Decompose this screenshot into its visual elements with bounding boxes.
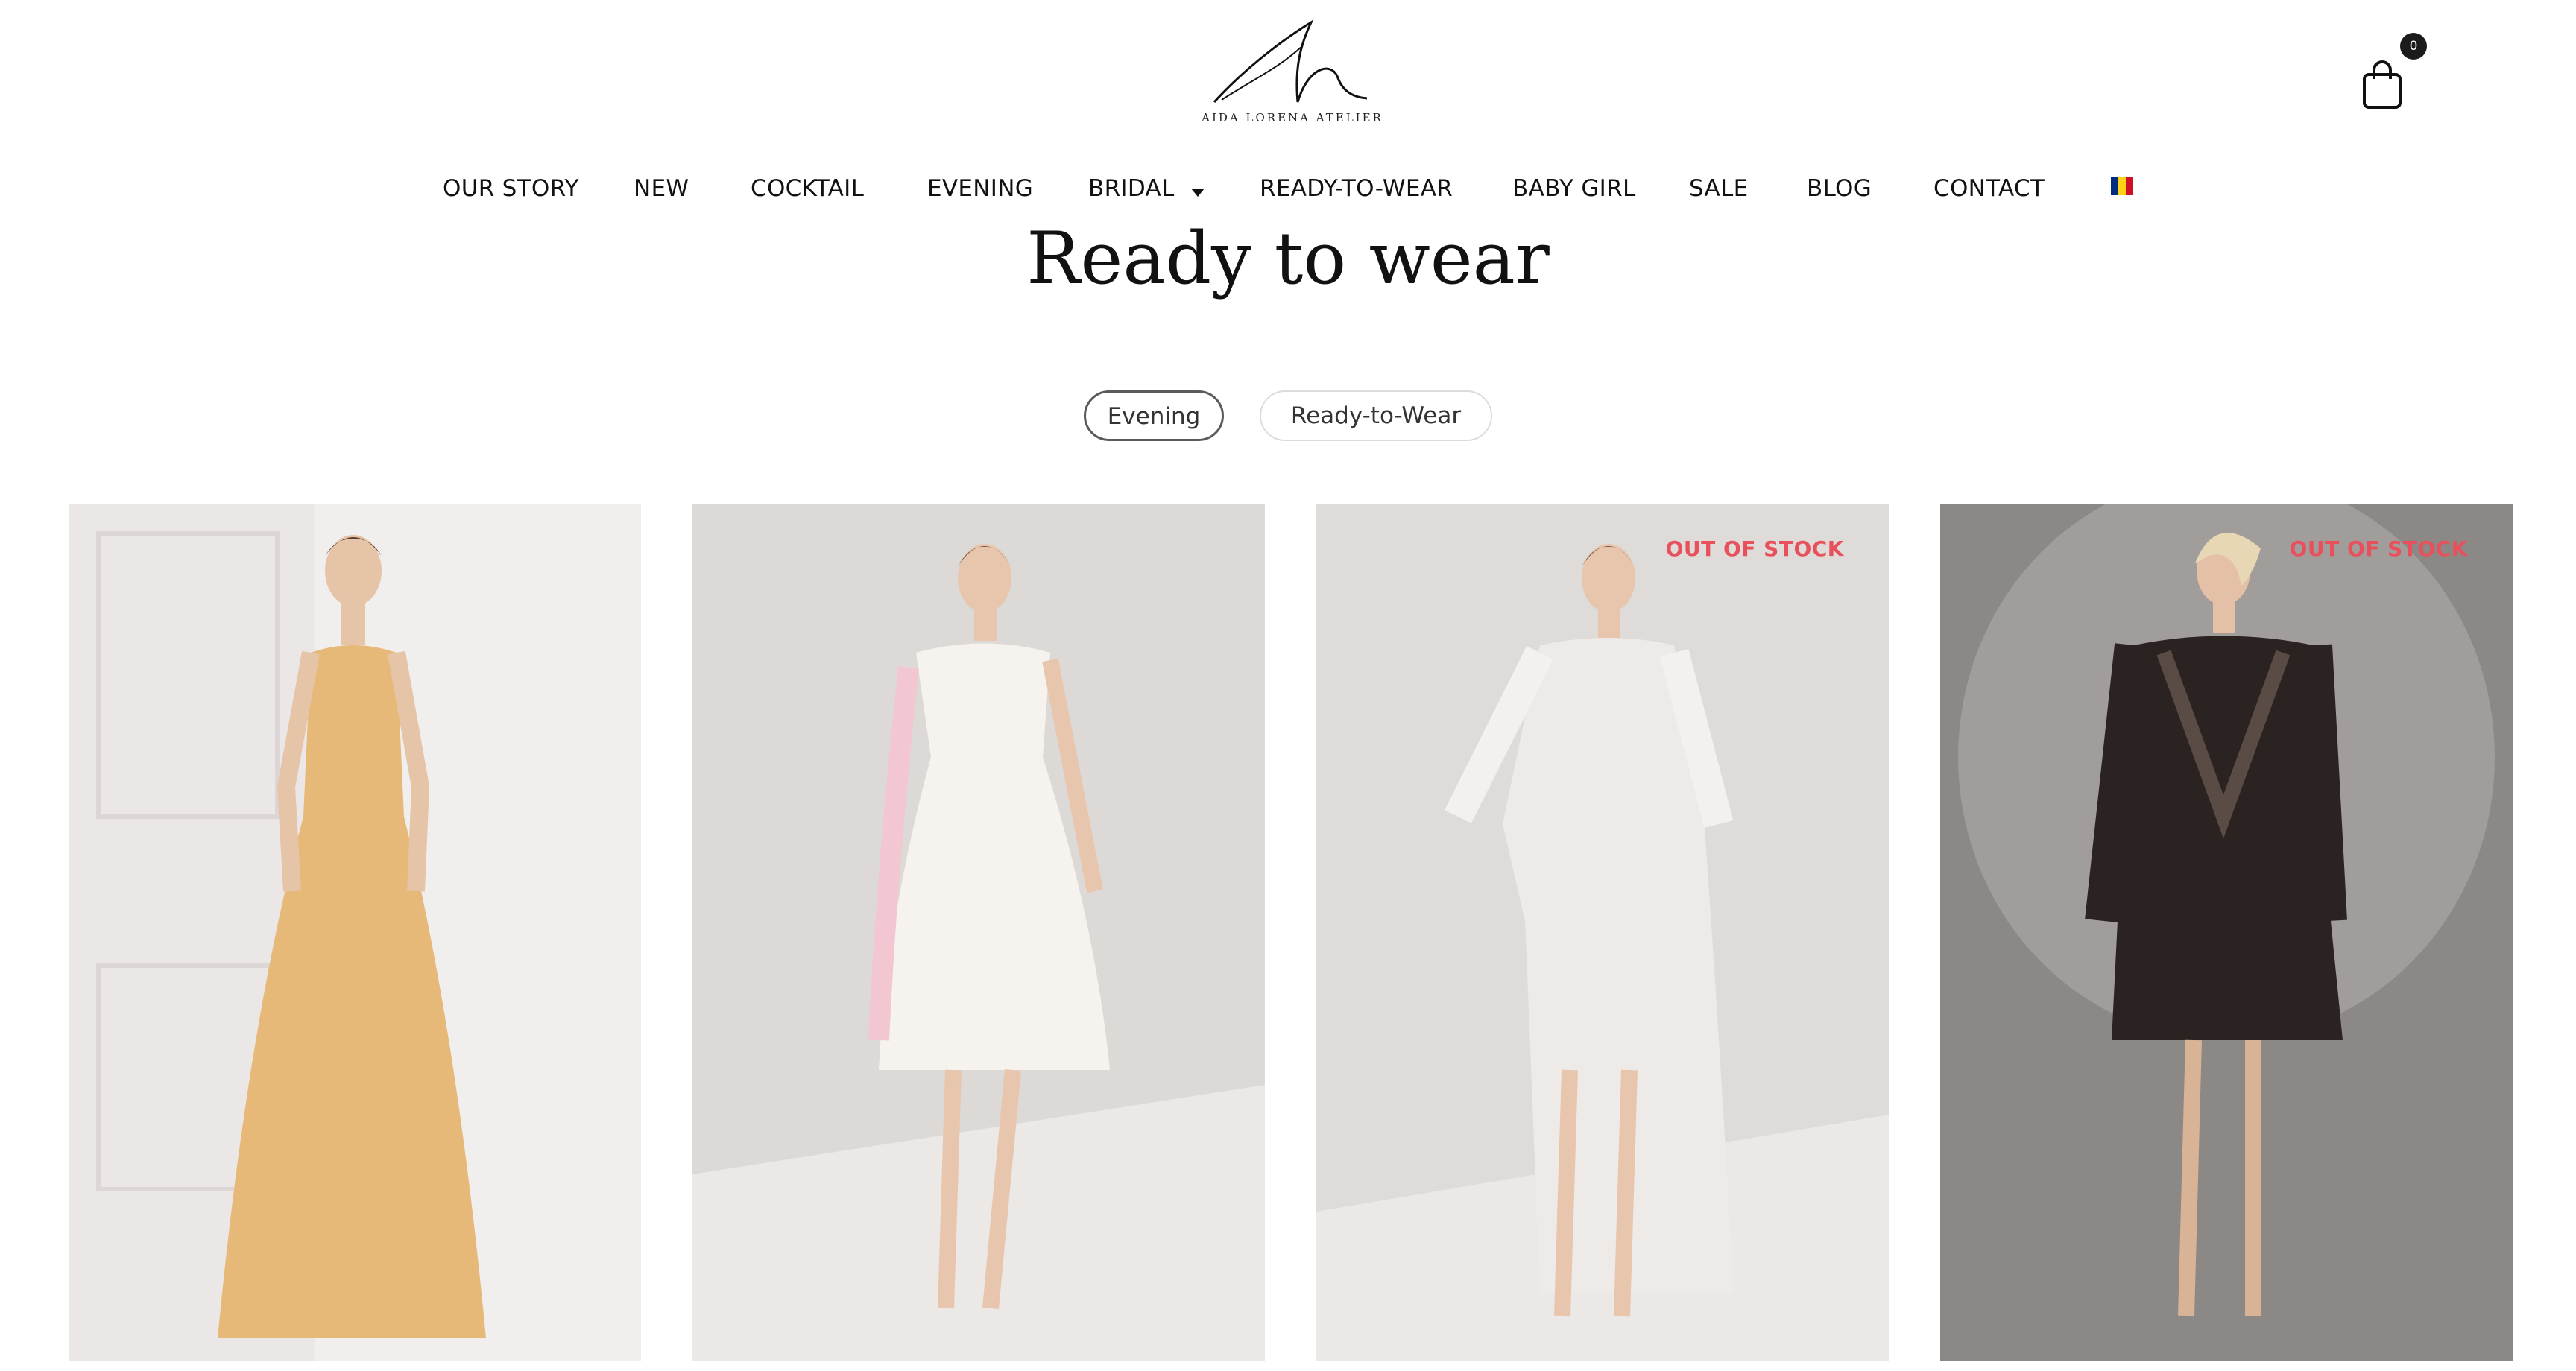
out-of-stock-badge: OUT OF STOCK bbox=[2289, 536, 2468, 561]
main-nav: OUR STORY NEW COCKTAIL EVENING BRIDAL RE… bbox=[0, 168, 2576, 209]
nav-item-blog[interactable]: BLOG bbox=[1807, 168, 1872, 209]
shopping-bag-icon bbox=[2363, 60, 2402, 109]
product-image bbox=[692, 504, 1265, 1361]
nav-item-bridal-label: BRIDAL bbox=[1088, 175, 1175, 202]
out-of-stock-badge: OUT OF STOCK bbox=[1665, 536, 1844, 561]
romania-flag-icon[interactable] bbox=[2111, 177, 2133, 195]
product-card[interactable] bbox=[692, 504, 1265, 1361]
caret-down-icon bbox=[1190, 170, 1205, 210]
product-card[interactable] bbox=[69, 504, 641, 1361]
flag-stripe-yellow bbox=[2118, 177, 2126, 195]
cart-count-badge: 0 bbox=[2400, 33, 2427, 60]
product-image bbox=[1940, 504, 2513, 1361]
brand-logo[interactable]: AIDA LORENA ATELIER bbox=[1202, 16, 1383, 136]
product-image bbox=[69, 504, 641, 1361]
cart-button[interactable]: 0 bbox=[2361, 33, 2436, 115]
product-card[interactable]: OUT OF STOCK bbox=[1316, 504, 1889, 1361]
nav-item-our-story[interactable]: OUR STORY bbox=[443, 168, 579, 209]
nav-item-contact[interactable]: CONTACT bbox=[1933, 168, 2045, 209]
product-card[interactable]: OUT OF STOCK bbox=[1940, 504, 2513, 1361]
nav-item-sale[interactable]: SALE bbox=[1689, 168, 1749, 209]
nav-item-new[interactable]: NEW bbox=[634, 168, 689, 209]
nav-item-ready-to-wear[interactable]: READY-TO-WEAR bbox=[1260, 168, 1453, 209]
nav-item-bridal[interactable]: BRIDAL bbox=[1088, 168, 1205, 209]
product-image bbox=[1316, 504, 1889, 1361]
nav-item-baby-girl[interactable]: BABY GIRL bbox=[1512, 168, 1636, 209]
flag-stripe-red bbox=[2126, 177, 2133, 195]
flag-stripe-blue bbox=[2111, 177, 2118, 195]
filter-evening[interactable]: Evening bbox=[1084, 390, 1224, 441]
logo-text: AIDA LORENA ATELIER bbox=[1202, 111, 1383, 124]
page-title: Ready to wear bbox=[1026, 217, 1550, 300]
filter-ready-to-wear[interactable]: Ready-to-Wear bbox=[1260, 390, 1492, 441]
logo-signature-icon bbox=[1213, 19, 1368, 104]
nav-item-evening[interactable]: EVENING bbox=[927, 168, 1033, 209]
nav-item-cocktail[interactable]: COCKTAIL bbox=[751, 168, 864, 209]
